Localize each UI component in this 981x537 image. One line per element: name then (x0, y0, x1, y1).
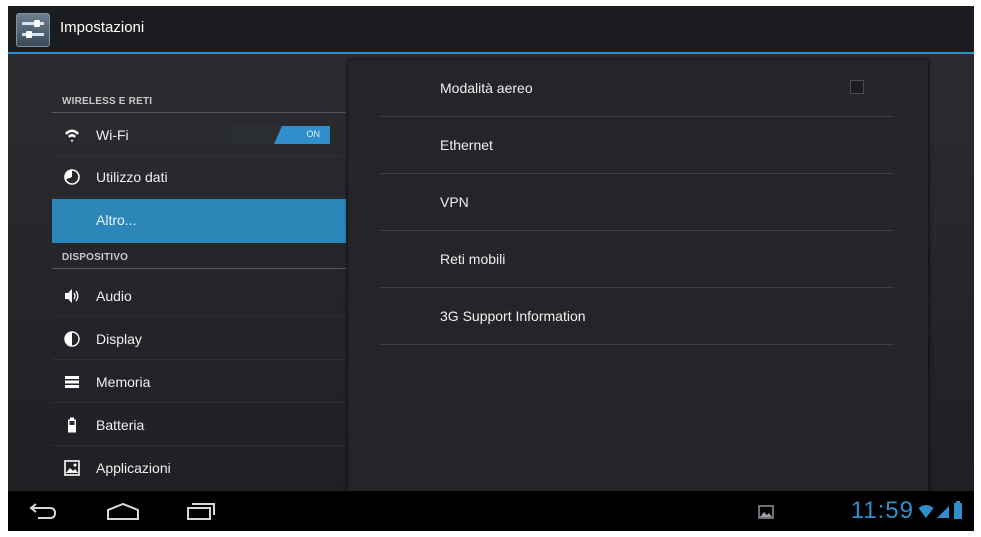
app-title: Impostazioni (60, 19, 145, 36)
settings-icon[interactable] (16, 13, 50, 47)
display-icon (64, 331, 80, 347)
row-label: Modalità aereo (440, 80, 533, 96)
settings-sidebar: WIRELESS E RETI Wi-Fi ON Utilizzo dati A… (52, 54, 346, 491)
gallery-notification-icon[interactable] (758, 505, 774, 519)
battery-icon (68, 417, 76, 433)
section-divider (52, 268, 346, 269)
row-label: Ethernet (440, 137, 493, 153)
section-divider (52, 112, 346, 113)
sidebar-item-label: Wi-Fi (96, 127, 129, 143)
sidebar-item-label: Batteria (96, 417, 145, 433)
row-label: 3G Support Information (440, 308, 586, 324)
apps-icon (64, 460, 80, 476)
airplane-mode-checkbox[interactable] (850, 80, 864, 94)
sidebar-item-label: Utilizzo dati (96, 169, 168, 185)
toggle-on-thumb (274, 126, 330, 144)
storage-icon (65, 376, 79, 388)
action-bar: Impostazioni (8, 6, 974, 54)
sidebar-item-audio[interactable]: Audio (52, 275, 346, 317)
sidebar-item-label: Altro... (96, 212, 137, 228)
android-screen: Impostazioni WIRELESS E RETI Wi-Fi ON Ut… (8, 6, 974, 531)
more-settings-panel: Modalità aereo Ethernet VPN Reti mobili … (348, 60, 928, 491)
recent-apps-icon[interactable] (186, 501, 216, 521)
speaker-icon (65, 289, 79, 303)
airplane-mode-row[interactable]: Modalità aereo (380, 60, 894, 117)
sidebar-item-label: Display (96, 331, 142, 347)
wifi-toggle[interactable]: ON (232, 126, 330, 144)
data-usage-icon (64, 169, 80, 185)
sidebar-item-more[interactable]: Altro... (52, 199, 346, 243)
row-label: Reti mobili (440, 251, 506, 267)
wifi-signal-icon (918, 505, 934, 518)
vpn-row[interactable]: VPN (380, 174, 894, 231)
sidebar-item-display[interactable]: Display (52, 318, 346, 360)
sidebar-item-wifi[interactable]: Wi-Fi ON (52, 114, 346, 156)
row-label: VPN (440, 194, 469, 210)
ethernet-row[interactable]: Ethernet (380, 117, 894, 174)
3g-support-info-row[interactable]: 3G Support Information (380, 288, 894, 345)
sidebar-item-label: Applicazioni (96, 460, 171, 476)
mobile-networks-row[interactable]: Reti mobili (380, 231, 894, 288)
section-header-device: DISPOSITIVO (62, 252, 129, 263)
sidebar-item-data-usage[interactable]: Utilizzo dati (52, 156, 346, 198)
sidebar-item-storage[interactable]: Memoria (52, 361, 346, 403)
home-icon[interactable] (106, 501, 140, 521)
sidebar-item-apps[interactable]: Applicazioni (52, 447, 346, 489)
status-clock: 11:59 (850, 497, 914, 524)
cell-signal-icon (937, 506, 949, 518)
sidebar-item-battery[interactable]: Batteria (52, 404, 346, 446)
back-icon[interactable] (28, 501, 58, 521)
navigation-bar: 11:59 (8, 491, 974, 531)
toggle-state-label: ON (306, 129, 321, 139)
settings-content: WIRELESS E RETI Wi-Fi ON Utilizzo dati A… (8, 54, 974, 491)
section-header-wireless: WIRELESS E RETI (62, 96, 153, 107)
battery-status-icon (954, 501, 962, 519)
sidebar-item-label: Memoria (96, 374, 151, 390)
wifi-icon (65, 129, 79, 142)
sidebar-item-label: Audio (96, 288, 132, 304)
